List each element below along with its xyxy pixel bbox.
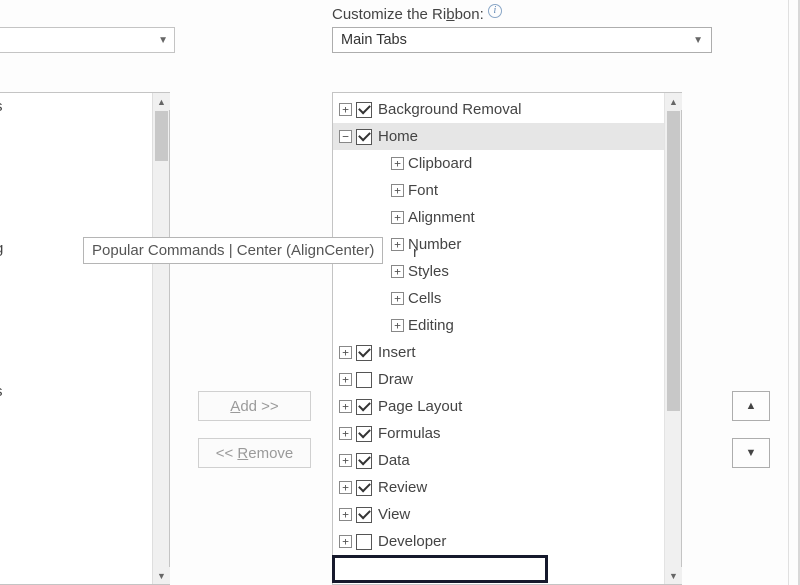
tree-label: Cells (408, 290, 441, 307)
expand-icon[interactable]: + (339, 400, 352, 413)
expand-icon[interactable]: + (391, 184, 404, 197)
tree-label: Insert (378, 344, 416, 361)
label-accel: b (446, 6, 454, 23)
dialog-border (788, 0, 789, 585)
tree-item-background-removal[interactable]: + Background Removal (333, 96, 664, 123)
chevron-down-icon: ▼ (158, 35, 168, 46)
triangle-down-icon: ▼ (746, 447, 757, 459)
expand-icon[interactable]: + (339, 427, 352, 440)
tree-item-cells[interactable]: + Cells (333, 285, 664, 312)
expand-icon[interactable]: + (339, 454, 352, 467)
tree-label: View (378, 506, 410, 523)
tree-item-editing[interactable]: + Editing (333, 312, 664, 339)
tree-label: Alignment (408, 209, 475, 226)
collapse-icon[interactable]: − (339, 130, 352, 143)
tree-label: Review (378, 479, 427, 496)
tree-label: Home (378, 128, 418, 145)
expand-icon[interactable]: + (391, 211, 404, 224)
expand-icon[interactable]: + (391, 292, 404, 305)
tree-label: Editing (408, 317, 454, 334)
triangle-up-icon: ▲ (746, 400, 757, 412)
btn-pre: << (216, 445, 238, 462)
checkbox[interactable] (356, 102, 372, 118)
checkbox[interactable] (356, 507, 372, 523)
scroll-down-icon[interactable]: ▼ (665, 567, 682, 584)
tooltip: Popular Commands | Center (AlignCenter) (83, 237, 383, 264)
info-icon[interactable]: i (488, 4, 502, 18)
tree-label: Styles (408, 263, 449, 280)
checkbox[interactable] (356, 345, 372, 361)
clipped-text: s (0, 98, 3, 115)
tree-item-page-layout[interactable]: + Page Layout (333, 393, 664, 420)
tree-item-insert[interactable]: + Insert (333, 339, 664, 366)
tree-label: Font (408, 182, 438, 199)
tree-label: Developer (378, 533, 446, 550)
checkbox[interactable] (356, 372, 372, 388)
checkbox[interactable] (356, 399, 372, 415)
chevron-down-icon: ▼ (693, 35, 703, 46)
clipped-text: r (413, 244, 418, 261)
tree-item-view[interactable]: + View (333, 501, 664, 528)
tree-label: Clipboard (408, 155, 472, 172)
dropdown-selected: Main Tabs (341, 32, 693, 48)
expand-icon[interactable]: + (339, 481, 352, 494)
accel: R (237, 445, 248, 462)
tree-item-data[interactable]: + Data (333, 447, 664, 474)
customize-ribbon-dropdown[interactable]: Main Tabs ▼ (332, 27, 712, 53)
scroll-thumb[interactable] (667, 111, 680, 411)
tree-label: Page Layout (378, 398, 462, 415)
expand-icon[interactable]: + (339, 508, 352, 521)
tree-label: Formulas (378, 425, 441, 442)
tree-item-alignment[interactable]: + Alignment (333, 204, 664, 231)
checkbox[interactable] (356, 129, 372, 145)
tree-label: Data (378, 452, 410, 469)
expand-icon[interactable]: + (391, 265, 404, 278)
scrollbar[interactable]: ▲ ▼ (664, 93, 681, 584)
label-part1: Customize the Ri (332, 6, 446, 23)
checkbox[interactable] (356, 453, 372, 469)
scroll-down-icon[interactable]: ▼ (153, 567, 170, 584)
move-down-button[interactable]: ▼ (732, 438, 770, 468)
add-button[interactable]: Add >> (198, 391, 311, 421)
remove-button[interactable]: << Remove (198, 438, 311, 468)
expand-icon[interactable]: + (391, 157, 404, 170)
tree-item-draw[interactable]: + Draw (333, 366, 664, 393)
expand-icon[interactable]: + (339, 346, 352, 359)
label-part3: bon: (455, 6, 484, 23)
accel: A (230, 398, 240, 415)
tree-item-font[interactable]: + Font (333, 177, 664, 204)
scrollbar[interactable]: ▲ ▼ (152, 93, 169, 584)
customize-ribbon-label: Customize the Ribbon: i (332, 4, 502, 23)
clipped-text: s (0, 383, 3, 400)
btn-text: emove (248, 445, 293, 462)
expand-icon[interactable]: + (339, 103, 352, 116)
move-up-button[interactable]: ▲ (732, 391, 770, 421)
tree-item-formulas[interactable]: + Formulas (333, 420, 664, 447)
tooltip-text: Popular Commands | Center (AlignCenter) (92, 242, 374, 259)
scroll-up-icon[interactable]: ▲ (665, 93, 682, 110)
tree-item-review[interactable]: + Review (333, 474, 664, 501)
expand-icon[interactable]: + (339, 535, 352, 548)
ribbon-tabs-tree[interactable]: + Background Removal − Home + Clipboard … (332, 92, 682, 585)
checkbox[interactable] (356, 426, 372, 442)
tree-item-clipboard[interactable]: + Clipboard (333, 150, 664, 177)
tree-item-developer[interactable]: + Developer (333, 528, 664, 555)
checkbox[interactable] (356, 480, 372, 496)
commands-listbox[interactable]: ▌▸ ▌▸ ▲ ▼ (0, 92, 170, 585)
clipped-text: g (0, 240, 3, 257)
tree-item-home[interactable]: − Home (333, 123, 665, 150)
choose-commands-dropdown[interactable]: ▼ (0, 27, 175, 53)
expand-icon[interactable]: + (339, 373, 352, 386)
checkbox[interactable] (356, 534, 372, 550)
expand-icon[interactable]: + (391, 319, 404, 332)
expand-icon[interactable]: + (391, 238, 404, 251)
scroll-up-icon[interactable]: ▲ (153, 93, 170, 110)
tree-label: Draw (378, 371, 413, 388)
btn-text: dd >> (240, 398, 278, 415)
scroll-thumb[interactable] (155, 111, 168, 161)
tree-label: Background Removal (378, 101, 521, 118)
